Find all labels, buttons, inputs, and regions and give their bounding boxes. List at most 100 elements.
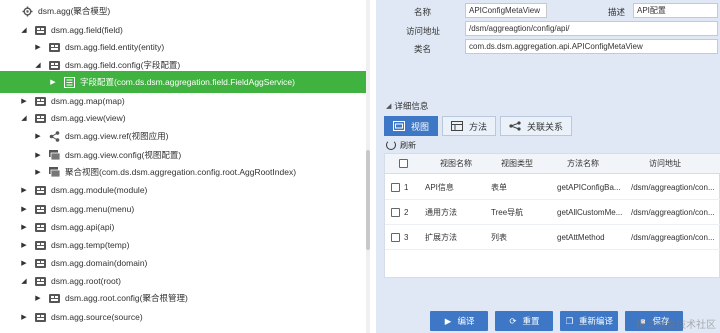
tree-item-label: dsm.agg.temp(temp) (51, 240, 130, 250)
table-row[interactable]: 3 扩展方法 列表 getAttMethod /dsm/aggreagtion/… (385, 225, 720, 250)
tab-method[interactable]: 方法 (442, 116, 497, 136)
chevron-right-icon[interactable]: ▶ (20, 313, 28, 322)
tree-scrollbar[interactable] (366, 0, 370, 333)
tree-item-label: dsm.agg.api(api) (51, 222, 115, 232)
tree-node-icon (34, 239, 46, 251)
view-icon (48, 149, 60, 161)
detail-section-header[interactable]: ◢ 详细信息 (386, 100, 428, 112)
gear-icon (21, 5, 33, 17)
compile-label: 编译 (457, 316, 475, 326)
class-name-label: 类名 (414, 44, 432, 54)
table-row[interactable]: 2 通用方法 Tree导航 getAllCustomMe... /dsm/agg… (385, 200, 720, 225)
url-cell: /dsm/aggreagtion/con... (631, 183, 715, 192)
chevron-right-icon[interactable]: ▶ (34, 168, 42, 177)
table-row[interactable]: 1 API信息 表单 getAPIConfigBa... /dsm/aggrea… (385, 175, 720, 200)
row-checkbox[interactable] (391, 183, 400, 192)
description-field[interactable]: API配置 (633, 3, 718, 18)
tab-label: 视图 (411, 121, 430, 132)
document-icon (63, 76, 75, 88)
tree-item-label: dsm.agg.map(map) (51, 96, 125, 106)
view-name-cell: 扩展方法 (425, 233, 457, 242)
method-name-cell: getAttMethod (557, 233, 605, 242)
tab-label: 关联关系 (527, 121, 564, 132)
tree-item-label: dsm.agg.field.entity(entity) (65, 42, 165, 52)
tree-item-label: dsm.agg.root.config(聚合根管理) (65, 293, 188, 303)
row-checkbox[interactable] (391, 208, 400, 217)
reindex-button[interactable]: ❐ 重新编译 (560, 311, 618, 331)
column-header[interactable]: 方法名称 (567, 154, 599, 174)
tree-item-label: dsm.agg.view(view) (51, 113, 126, 123)
view-icon (48, 166, 60, 178)
tree-item-dsm-agg-source[interactable]: ▶ dsm.agg.source(source) (0, 306, 366, 328)
chevron-right-icon[interactable]: ▶ (34, 294, 42, 303)
tree-node-icon (48, 41, 60, 53)
url-field[interactable]: /dsm/aggreagtion/config/api/ (465, 21, 718, 36)
chevron-right-icon[interactable]: ▶ (49, 78, 57, 87)
chevron-down-icon[interactable]: ◢ (20, 114, 28, 123)
reindex-label: 重新编译 (578, 316, 613, 326)
tree-item-label: dsm.agg.module(module) (51, 185, 148, 195)
view-name-cell: 通用方法 (425, 208, 457, 217)
detail-panel: 名称 APIConfigMetaView 描述 API配置 访问地址 /dsm/… (376, 0, 720, 333)
name-label: 名称 (414, 7, 432, 17)
detail-tabs: 视图 方法 关联关系 (384, 116, 576, 136)
tree-item-label: dsm.agg.view.config(视图配置) (65, 150, 182, 160)
column-header[interactable]: 访问地址 (649, 154, 681, 174)
tree-node-icon (34, 221, 46, 233)
tab-relations[interactable]: 关联关系 (500, 116, 573, 136)
tree-node-icon (34, 24, 46, 36)
tree-item-label: dsm.agg.root(root) (51, 276, 121, 286)
row-index: 1 (404, 183, 409, 192)
chevron-right-icon[interactable]: ▶ (20, 97, 28, 106)
name-field[interactable]: APIConfigMetaView (465, 3, 547, 18)
chevron-right-icon[interactable]: ▶ (20, 186, 28, 195)
method-icon (451, 121, 464, 132)
chevron-right-icon[interactable]: ▶ (20, 259, 28, 268)
tree-node-icon (34, 275, 46, 287)
chevron-right-icon[interactable]: ▶ (20, 205, 28, 214)
class-name-field[interactable]: com.ds.dsm.aggregation.api.APIConfigMeta… (465, 39, 718, 54)
tree-node-icon (34, 257, 46, 269)
copy-icon: ❐ (565, 315, 574, 326)
refresh-button[interactable]: 刷新 (386, 138, 416, 152)
chevron-right-icon[interactable]: ▶ (20, 241, 28, 250)
compile-button[interactable]: ▶ 编译 (430, 311, 488, 331)
chevron-down-icon[interactable]: ◢ (20, 26, 28, 35)
select-all-checkbox[interactable] (399, 159, 408, 168)
chevron-right-icon[interactable]: ▶ (34, 43, 42, 52)
tree-node-icon (34, 112, 46, 124)
tree-item-label: dsm.agg.field(field) (51, 25, 123, 35)
chevron-right-icon[interactable]: ▶ (34, 132, 42, 141)
view-type-cell: 表单 (491, 183, 507, 192)
column-header[interactable]: 视图类型 (501, 154, 533, 174)
reset-button[interactable]: ⟳ 重置 (495, 311, 553, 331)
chevron-down-icon[interactable]: ◢ (20, 277, 28, 286)
chevron-right-icon[interactable]: ▶ (20, 223, 28, 232)
refresh-label: 刷新 (400, 140, 416, 150)
url-cell: /dsm/aggreagtion/con... (631, 208, 715, 217)
url-label: 访问地址 (406, 26, 441, 36)
tree-item-label: dsm.agg.field.config(字段配置) (65, 60, 181, 70)
row-index: 2 (404, 208, 409, 217)
tab-label: 方法 (469, 121, 488, 132)
relation-icon (509, 121, 521, 132)
row-checkbox[interactable] (391, 233, 400, 242)
scrollbar-thumb[interactable] (366, 150, 370, 250)
tree-node-icon (34, 184, 46, 196)
chevron-right-icon[interactable]: ▶ (34, 151, 42, 160)
view-icon (393, 121, 405, 132)
tree-item-label: dsm.agg.domain(domain) (51, 258, 148, 268)
chevron-down-icon[interactable]: ◢ (34, 61, 42, 70)
refresh-icon (386, 140, 396, 150)
watermark: 稀土掘金技术社区 (636, 320, 716, 331)
collapse-icon[interactable]: ◢ (386, 102, 391, 110)
tab-view[interactable]: 视图 (384, 116, 439, 136)
row-index: 3 (404, 233, 409, 242)
tree-item-label: dsm.agg.view.ref(视图应用) (65, 131, 169, 141)
url-cell: /dsm/aggreagtion/con... (631, 233, 715, 242)
share-icon (48, 130, 60, 142)
method-name-cell: getAPIConfigBa... (557, 183, 621, 192)
views-table: 视图名称 视图类型 方法名称 访问地址 1 API信息 表单 getAPICon… (384, 153, 720, 278)
tree-item-label: 字段配置(com.ds.dsm.aggregation.field.FieldA… (80, 77, 295, 87)
column-header[interactable]: 视图名称 (440, 154, 472, 174)
